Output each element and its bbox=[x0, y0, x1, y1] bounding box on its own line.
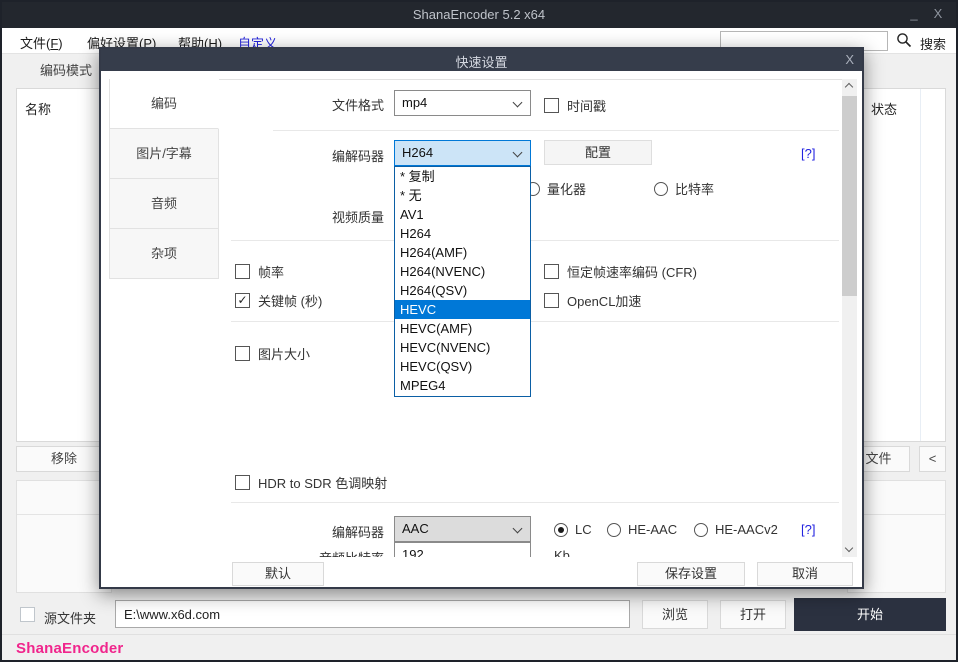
title-bar: ShanaEncoder 5.2 x64 _ X bbox=[2, 2, 956, 28]
file-format-label: 文件格式 bbox=[251, 95, 384, 114]
divider bbox=[231, 321, 839, 322]
bitrate-radio[interactable]: 比特率 bbox=[654, 179, 714, 198]
app-logo: ShanaEncoder bbox=[16, 640, 123, 657]
codec-option[interactable]: MPEG4 bbox=[395, 376, 530, 395]
save-settings-button[interactable]: 保存设置 bbox=[637, 562, 745, 586]
cancel-button[interactable]: 取消 bbox=[757, 562, 853, 586]
codec-option[interactable]: AV1 bbox=[395, 205, 530, 224]
tab-misc[interactable]: 杂项 bbox=[109, 229, 219, 279]
status-bar: ShanaEncoder bbox=[2, 634, 956, 660]
dialog-title: 快速设置 bbox=[101, 52, 862, 71]
codec-dropdown-list: * 复制 * 无 AV1 H264 H264(AMF) H264(NVENC) … bbox=[394, 166, 531, 397]
column-header-name[interactable]: 名称 bbox=[25, 99, 51, 118]
scroll-up-arrow[interactable] bbox=[842, 79, 857, 94]
source-row: 源文件夹 浏览 打开 开始 bbox=[2, 596, 956, 634]
search-icon[interactable] bbox=[896, 32, 912, 48]
codec-option[interactable]: HEVC(AMF) bbox=[395, 319, 530, 338]
checkbox-unchecked[interactable] bbox=[544, 98, 559, 113]
file-format-select[interactable]: mp4 bbox=[394, 90, 531, 116]
dialog-scrollbar[interactable] bbox=[842, 79, 857, 557]
quick-settings-dialog: 快速设置 X 编码 图片/字幕 音频 杂项 文件格式 mp4 时间戳 编解码器 bbox=[99, 47, 864, 589]
column-header-status[interactable]: 状态 bbox=[871, 99, 897, 118]
dialog-content: 文件格式 mp4 时间戳 编解码器 H264 配置 [?] 量化器 bbox=[221, 79, 839, 557]
codec-option[interactable]: * 无 bbox=[395, 186, 530, 205]
start-button[interactable]: 开始 bbox=[794, 598, 946, 631]
column-separator bbox=[920, 89, 921, 441]
codec-option[interactable]: H264(NVENC) bbox=[395, 262, 530, 281]
dialog-header: 快速设置 X bbox=[101, 49, 862, 71]
remove-button[interactable]: 移除 bbox=[16, 446, 112, 472]
tab-encode-mode[interactable]: 编码模式 bbox=[40, 60, 92, 79]
video-codec-select[interactable]: H264 bbox=[394, 140, 531, 166]
opencl-checkbox[interactable]: OpenCL加速 bbox=[544, 291, 641, 310]
video-quality-label: 视频质量 bbox=[251, 207, 384, 226]
lc-radio[interactable]: LC bbox=[554, 522, 592, 537]
close-button[interactable]: X bbox=[928, 6, 948, 21]
codec-option-selected[interactable]: HEVC bbox=[395, 300, 530, 319]
chevron-down-icon bbox=[513, 524, 523, 534]
keyframe-checkbox[interactable]: ✓关键帧 (秒) bbox=[235, 291, 322, 310]
collapse-panel-button[interactable]: < bbox=[919, 446, 946, 472]
hdr-to-sdr-checkbox[interactable]: HDR to SDR 色调映射 bbox=[235, 473, 387, 492]
source-folder-checkbox[interactable] bbox=[20, 607, 35, 622]
default-button[interactable]: 默认 bbox=[232, 562, 324, 586]
codec-option[interactable]: H264(AMF) bbox=[395, 243, 530, 262]
config-button[interactable]: 配置 bbox=[544, 140, 652, 165]
source-path-input[interactable] bbox=[115, 600, 630, 628]
video-help-link[interactable]: [?] bbox=[801, 146, 815, 161]
chevron-down-icon bbox=[513, 148, 523, 158]
he-aac-radio[interactable]: HE-AAC bbox=[607, 522, 677, 537]
codec-option[interactable]: H264(QSV) bbox=[395, 281, 530, 300]
open-button[interactable]: 打开 bbox=[720, 600, 786, 629]
codec-option[interactable]: HEVC(QSV) bbox=[395, 357, 530, 376]
tab-audio[interactable]: 音频 bbox=[109, 179, 219, 229]
audio-codec-label: 编解码器 bbox=[251, 522, 384, 541]
he-aacv2-radio[interactable]: HE-AACv2 bbox=[694, 522, 778, 537]
chevron-down-icon bbox=[513, 98, 523, 108]
framerate-checkbox[interactable]: 帧率 bbox=[235, 262, 284, 281]
browse-button[interactable]: 浏览 bbox=[642, 600, 708, 629]
divider bbox=[231, 502, 839, 503]
audio-bitrate-unit: Kb bbox=[554, 548, 594, 557]
codec-option[interactable]: H264 bbox=[395, 224, 530, 243]
divider bbox=[273, 130, 839, 131]
window-title: ShanaEncoder 5.2 x64 bbox=[2, 7, 956, 22]
scroll-down-arrow[interactable] bbox=[842, 542, 857, 557]
video-codec-label: 编解码器 bbox=[251, 146, 384, 165]
minimize-button[interactable]: _ bbox=[904, 6, 924, 21]
left-info-panel bbox=[16, 480, 112, 593]
search-label[interactable]: 搜索 bbox=[920, 34, 946, 53]
menu-file[interactable]: 文件(F) bbox=[20, 33, 63, 52]
codec-option[interactable]: * 复制 bbox=[395, 167, 530, 186]
cfr-checkbox[interactable]: 恒定帧速率编码 (CFR) bbox=[544, 262, 697, 281]
codec-option[interactable]: HEVC(NVENC) bbox=[395, 338, 530, 357]
tab-encode[interactable]: 编码 bbox=[109, 79, 219, 129]
audio-codec-select[interactable]: AAC bbox=[394, 516, 531, 542]
picture-size-checkbox[interactable]: 图片大小 bbox=[235, 344, 310, 363]
audio-bitrate-input[interactable]: 192 bbox=[394, 542, 531, 557]
divider bbox=[231, 240, 839, 241]
audio-bitrate-label: 音频比特率 bbox=[251, 548, 384, 557]
app-window: ShanaEncoder 5.2 x64 _ X 文件(F) 偏好设置(P) 帮… bbox=[0, 0, 958, 662]
scrollbar-thumb[interactable] bbox=[842, 96, 857, 296]
tab-picture-subtitle[interactable]: 图片/字幕 bbox=[109, 129, 219, 179]
timestamp-checkbox[interactable]: 时间戳 bbox=[544, 96, 606, 115]
dialog-close-button[interactable]: X bbox=[845, 52, 854, 67]
audio-help-link[interactable]: [?] bbox=[801, 522, 815, 537]
quantizer-radio[interactable]: 量化器 bbox=[526, 179, 586, 198]
source-folder-label: 源文件夹 bbox=[44, 608, 96, 627]
